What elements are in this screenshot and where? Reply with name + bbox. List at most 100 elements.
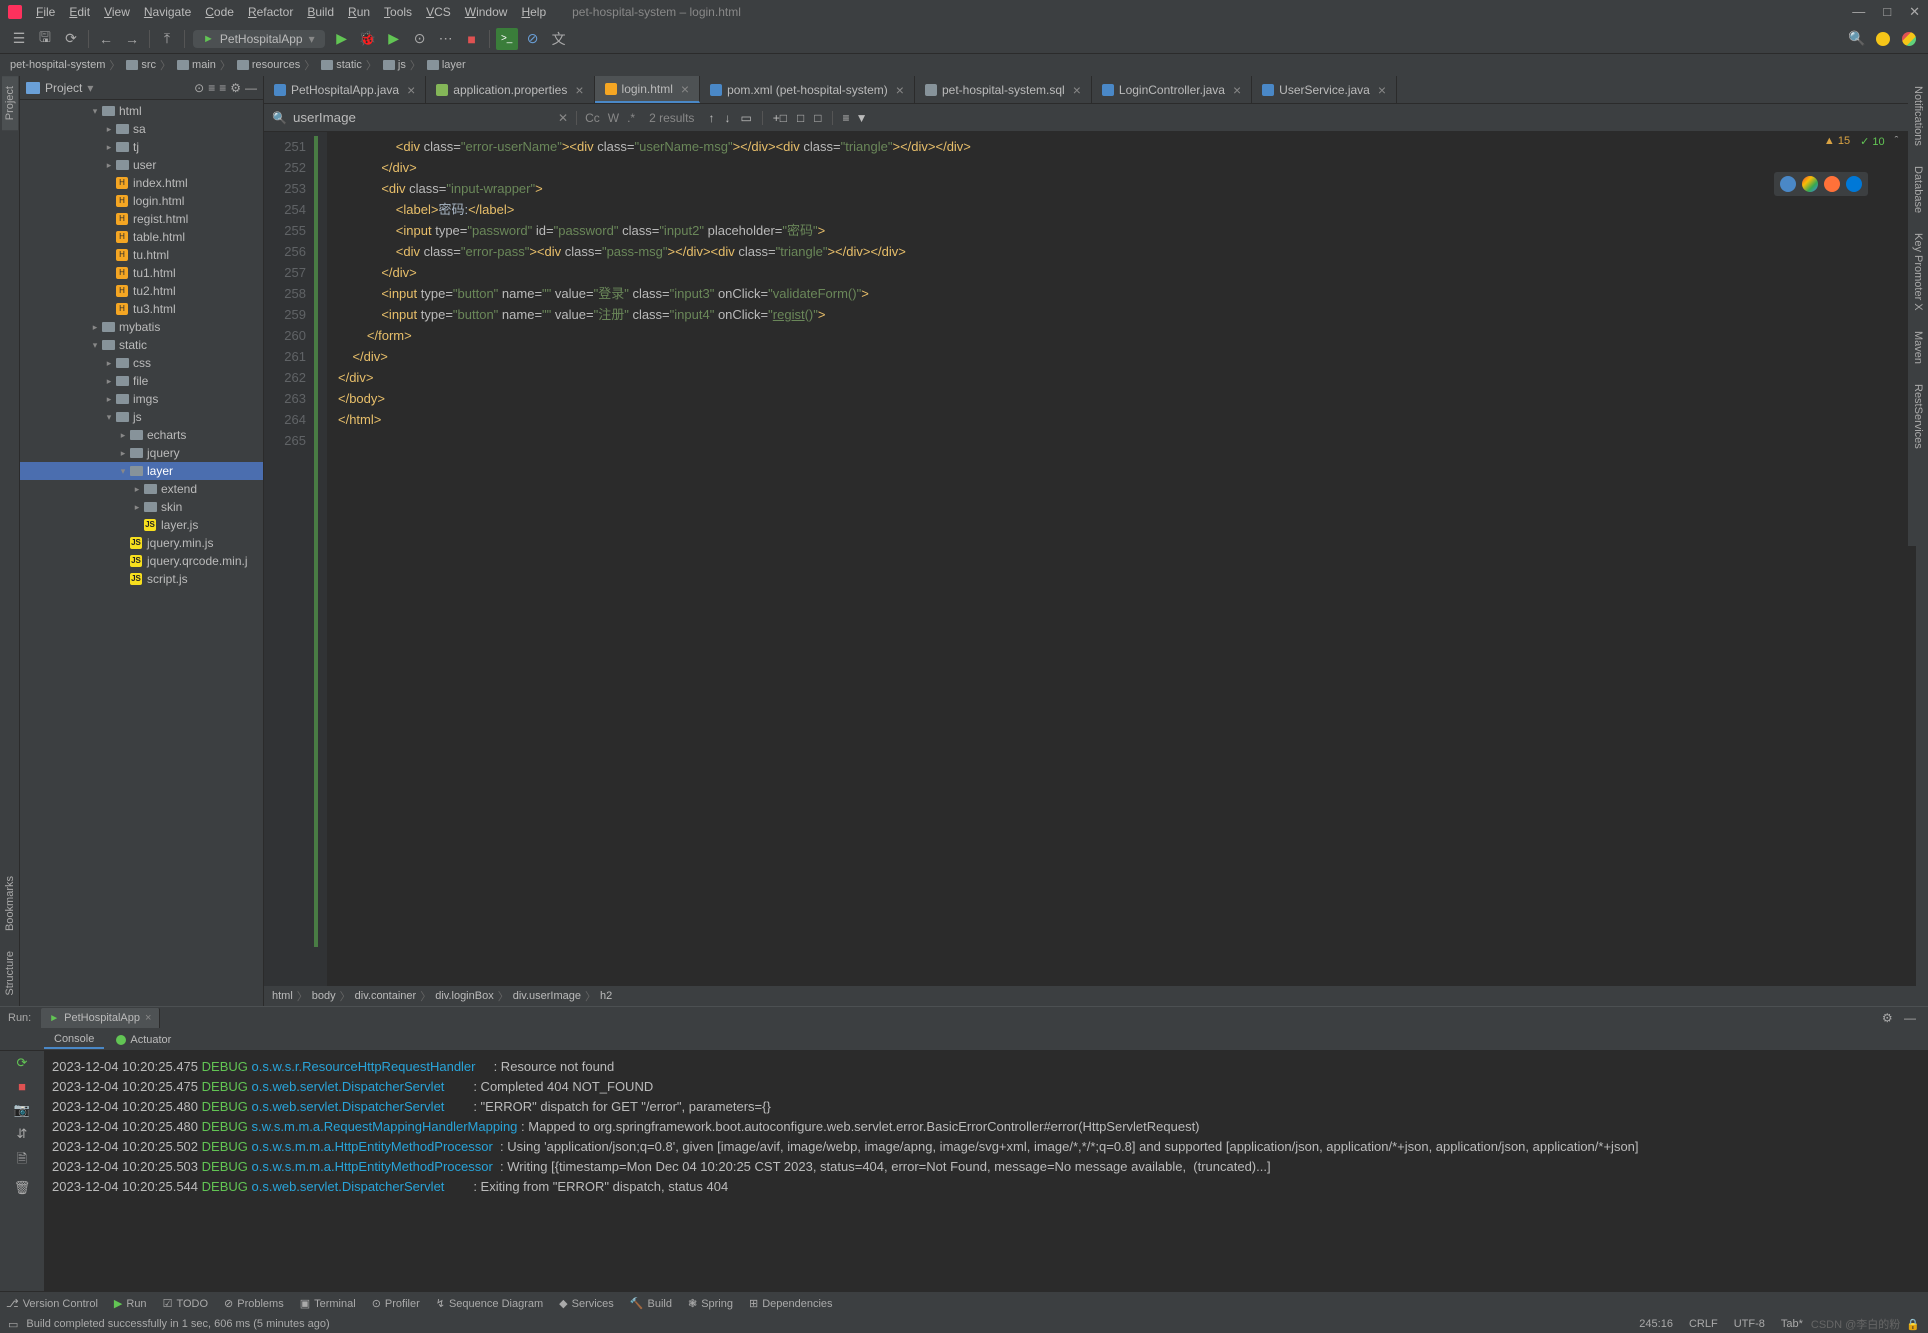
tree-item-mybatis[interactable]: ▸mybatis: [20, 318, 263, 336]
bottom-tab-todo[interactable]: ☑TODO: [163, 1297, 208, 1310]
breadcrumb-item[interactable]: main: [175, 59, 216, 71]
tree-item-css[interactable]: ▸css: [20, 354, 263, 372]
code-path-item[interactable]: div.container: [355, 990, 417, 1002]
tree-item-file[interactable]: ▸file: [20, 372, 263, 390]
coverage-icon[interactable]: ▶: [383, 28, 405, 50]
tab-close-icon[interactable]: ×: [575, 82, 583, 98]
tree-item-jquery-qrcode-min-j[interactable]: JSjquery.qrcode.min.j: [20, 552, 263, 570]
close-icon[interactable]: ✕: [1909, 4, 1920, 20]
tree-item-regist-html[interactable]: Hregist.html: [20, 210, 263, 228]
menu-build[interactable]: Build: [301, 3, 340, 21]
tab-close-icon[interactable]: ×: [896, 82, 904, 98]
right-tab-maven[interactable]: Maven: [1910, 321, 1926, 374]
firefox-icon[interactable]: [1824, 176, 1840, 192]
right-tab-notifications[interactable]: Notifications: [1910, 76, 1926, 156]
match-case[interactable]: Cc: [585, 111, 600, 125]
breadcrumb-item[interactable]: js: [381, 59, 406, 71]
attach-icon[interactable]: ⋯: [435, 28, 457, 50]
tab-close-icon[interactable]: ×: [407, 82, 415, 98]
layout-icon[interactable]: 📷: [14, 1102, 30, 1118]
tree-item-js[interactable]: ▾js: [20, 408, 263, 426]
tree-item-layer-js[interactable]: JSlayer.js: [20, 516, 263, 534]
breadcrumb-item[interactable]: layer: [425, 59, 466, 71]
tree-item-tu-html[interactable]: Htu.html: [20, 246, 263, 264]
search-everywhere-icon[interactable]: 🔍: [1846, 28, 1868, 50]
code-editor[interactable]: 2512522532542552562572582592602612622632…: [264, 132, 1928, 986]
run-subtab-actuator[interactable]: Actuator: [106, 1032, 181, 1048]
editor-tab[interactable]: login.html×: [595, 76, 701, 103]
tree-item-table-html[interactable]: Htable.html: [20, 228, 263, 246]
remove-occ-icon[interactable]: □: [814, 111, 821, 125]
tab-close-icon[interactable]: ×: [1233, 82, 1241, 98]
menu-refactor[interactable]: Refactor: [242, 3, 299, 21]
tree-item-tu3-html[interactable]: Htu3.html: [20, 300, 263, 318]
breadcrumb-item[interactable]: pet-hospital-system: [10, 59, 105, 71]
breadcrumb-item[interactable]: src: [124, 59, 156, 71]
code-path-item[interactable]: div.loginBox: [435, 990, 494, 1002]
tree-item-skin[interactable]: ▸skin: [20, 498, 263, 516]
tree-item-extend[interactable]: ▸extend: [20, 480, 263, 498]
run-hide-icon[interactable]: —: [1904, 1011, 1916, 1025]
forward-icon[interactable]: →: [121, 28, 143, 50]
tree-item-tj[interactable]: ▸tj: [20, 138, 263, 156]
save-icon[interactable]: 🖫: [34, 28, 56, 50]
console-actions-icon[interactable]: ⇵: [17, 1126, 28, 1142]
menu-vcs[interactable]: VCS: [420, 3, 457, 21]
minimize-icon[interactable]: —: [1852, 4, 1865, 20]
code-path-item[interactable]: body: [312, 990, 336, 1002]
stop-icon[interactable]: ■: [461, 28, 483, 50]
menu-file[interactable]: File: [30, 3, 61, 21]
tree-item-tu1-html[interactable]: Htu1.html: [20, 264, 263, 282]
tab-close-icon[interactable]: ×: [681, 81, 689, 97]
menu-window[interactable]: Window: [459, 3, 514, 21]
bottom-tab-services[interactable]: ◆Services: [559, 1297, 614, 1310]
find-input[interactable]: [293, 110, 493, 125]
code-path-item[interactable]: div.userImage: [513, 990, 581, 1002]
logcat-icon[interactable]: 🗎: [17, 1150, 27, 1172]
stop-process-icon[interactable]: ■: [18, 1079, 26, 1094]
profile-icon[interactable]: ⊙: [409, 28, 431, 50]
menu-view[interactable]: View: [98, 3, 136, 21]
find-select-all-icon[interactable]: ▭: [740, 111, 751, 125]
editor-tab[interactable]: LoginController.java×: [1092, 76, 1252, 103]
menu-navigate[interactable]: Navigate: [138, 3, 197, 21]
tree-item-static[interactable]: ▾static: [20, 336, 263, 354]
run-settings-icon[interactable]: ⚙: [1882, 1011, 1893, 1025]
collapse-all-icon[interactable]: ≡: [219, 81, 226, 95]
tree-item-login-html[interactable]: Hlogin.html: [20, 192, 263, 210]
bottom-tab-dependencies[interactable]: ⊞Dependencies: [749, 1297, 833, 1310]
bottom-tab-version-control[interactable]: ⎇Version Control: [6, 1297, 98, 1310]
code-content[interactable]: <div class="error-userName"><div class="…: [328, 132, 1916, 986]
find-prev-icon[interactable]: ↑: [708, 111, 714, 125]
run-icon[interactable]: ▶: [331, 28, 353, 50]
read-only-icon[interactable]: 🔒: [1906, 1318, 1920, 1331]
add-selection-icon[interactable]: +□: [773, 111, 787, 125]
chrome-icon[interactable]: [1802, 176, 1818, 192]
bottom-tab-terminal[interactable]: ▣Terminal: [300, 1297, 356, 1310]
idea-browser-icon[interactable]: [1780, 176, 1796, 192]
settings-icon[interactable]: ⚙: [230, 81, 241, 95]
tree-item-html[interactable]: ▾html: [20, 102, 263, 120]
browser-preview-badges[interactable]: [1774, 172, 1868, 196]
tree-item-tu2-html[interactable]: Htu2.html: [20, 282, 263, 300]
tree-item-layer[interactable]: ▾layer: [20, 462, 263, 480]
right-tab-keypromoter[interactable]: Key Promoter X: [1910, 223, 1926, 321]
menu-run[interactable]: Run: [342, 3, 376, 21]
edge-icon[interactable]: [1846, 176, 1862, 192]
breadcrumb-item[interactable]: resources: [235, 59, 300, 71]
ide-update-icon[interactable]: [1898, 28, 1920, 50]
menu-tools[interactable]: Tools: [378, 3, 418, 21]
trash-icon[interactable]: 🗑: [14, 1180, 31, 1196]
match-word[interactable]: W: [608, 111, 619, 125]
status-indicator-icon[interactable]: ▭: [8, 1318, 18, 1331]
maximize-icon[interactable]: □: [1883, 4, 1891, 20]
back-icon[interactable]: ←: [95, 28, 117, 50]
expand-all-icon[interactable]: ≡: [208, 81, 215, 95]
editor-tab[interactable]: UserService.java×: [1252, 76, 1397, 103]
editor-tab[interactable]: pet-hospital-system.sql×: [915, 76, 1092, 103]
bottom-tab-profiler[interactable]: ⊙Profiler: [372, 1297, 420, 1310]
menu-code[interactable]: Code: [199, 3, 240, 21]
python-console-icon[interactable]: >_: [496, 28, 518, 50]
tree-item-jquery-min-js[interactable]: JSjquery.min.js: [20, 534, 263, 552]
tree-item-jquery[interactable]: ▸jquery: [20, 444, 263, 462]
